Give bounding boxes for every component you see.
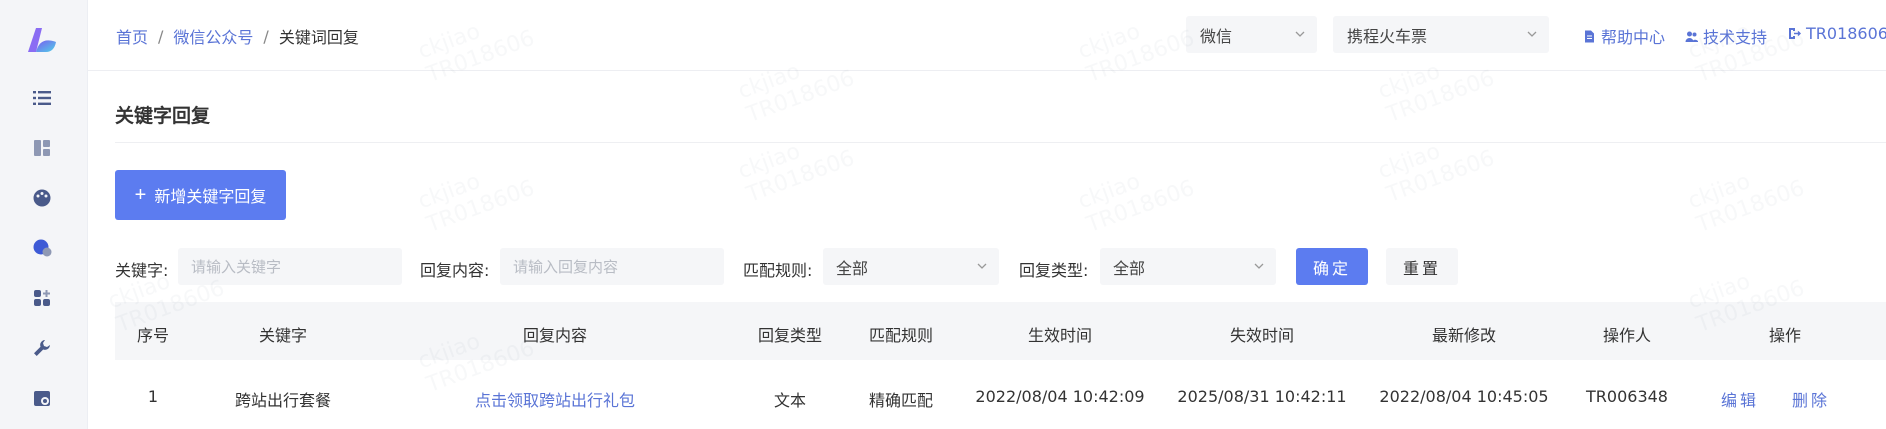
watermark: ckjiaoTR018606 [734,138,858,208]
breadcrumb-current: 关键词回复 [278,28,359,47]
confirm-button[interactable]: 确定 [1296,248,1368,285]
keyword-input[interactable]: 请输入关键字 [178,248,402,285]
match-rule-label: 匹配规则: [743,261,813,280]
cell-reply-type: 文本 [773,391,807,410]
column-header: 回复内容 [522,326,588,345]
platform-select-value: 微信 [1200,26,1233,46]
reply-type-select[interactable]: 全部 [1100,248,1276,285]
column-header: 序号 [136,326,170,345]
tech-support-label: 技术支持 [1703,28,1768,47]
account-select-value: 携程火车票 [1347,26,1428,46]
cell-operator: TR006348 [1586,387,1668,406]
match-rule-value: 全部 [836,258,869,278]
help-center-link[interactable]: 帮助中心 [1583,24,1665,48]
cell-end-time: 2025/08/31 10:42:11 [1177,387,1347,406]
keyword-filter-label: 关键字: [115,261,169,280]
dashboard-icon[interactable] [30,136,54,160]
column-header: 关键字 [258,326,308,345]
logo-icon[interactable] [26,26,58,54]
reset-button[interactable]: 重置 [1386,248,1458,285]
column-header: 失效时间 [1229,326,1295,345]
users-icon [1685,31,1698,42]
breadcrumb-separator: / [263,26,269,46]
platform-select[interactable]: 微信 [1186,16,1317,53]
page-title: 关键字回复 [115,105,211,127]
user-id: TR018606 [1806,24,1886,43]
column-header: 最新修改 [1431,326,1497,345]
watermark: ckjiaoTR018606 [1374,138,1498,208]
column-header: 生效时间 [1027,326,1093,345]
cell-keyword: 跨站出行套餐 [234,391,332,410]
palette-icon[interactable] [30,186,54,210]
tech-support-link[interactable]: 技术支持 [1685,24,1767,48]
cell-match-rule: 精确匹配 [868,391,934,410]
breadcrumb-home[interactable]: 首页 [116,24,148,48]
column-header: 操作 [1768,326,1802,345]
content-input[interactable]: 请输入回复内容 [500,248,724,285]
user-menu[interactable]: TR018606 [1788,24,1886,43]
column-header: 回复类型 [757,326,823,345]
watermark: ckjiaoTR018606 [1074,168,1198,238]
match-rule-select[interactable]: 全部 [823,248,999,285]
chat-icon[interactable] [30,236,54,260]
cell-modified-time: 2022/08/04 10:45:05 [1379,387,1549,406]
help-center-label: 帮助中心 [1601,28,1666,47]
edit-button[interactable]: 编辑 [1721,387,1759,411]
watermark: ckjiaoTR018606 [414,168,538,238]
content-filter-label: 回复内容: [420,261,490,280]
divider [115,142,1886,143]
breadcrumb: 首页 / 微信公众号 / 关键词回复 [116,24,359,48]
cell-reply-content-link[interactable]: 点击领取跨站出行礼包 [475,387,635,411]
reply-type-label: 回复类型: [1019,261,1089,280]
logout-icon [1789,28,1801,39]
plus-icon: + [134,184,147,206]
chevron-down-icon [1295,31,1305,37]
chevron-down-icon [1254,263,1264,269]
account-select[interactable]: 携程火车票 [1333,16,1549,53]
breadcrumb-section[interactable]: 微信公众号 [173,24,253,48]
column-header: 匹配规则 [868,326,934,345]
cell-index: 1 [147,387,159,406]
cell-start-time: 2022/08/04 10:42:09 [975,387,1145,406]
reply-type-value: 全部 [1113,258,1146,278]
watermark: ckjiaoTR018606 [1684,168,1808,238]
add-keyword-reply-button[interactable]: + 新增关键字回复 [115,170,286,220]
chevron-down-icon [1527,31,1537,37]
sidebar [0,0,88,429]
settings-icon[interactable] [30,386,54,410]
document-icon [1585,30,1594,42]
table-row: 1 跨站出行套餐 点击领取跨站出行礼包 文本 精确匹配 2022/08/04 1… [115,372,1886,422]
add-keyword-reply-label: 新增关键字回复 [154,189,267,206]
table-header: 序号 关键字 回复内容 回复类型 匹配规则 生效时间 失效时间 最新修改 操作人… [115,302,1886,360]
delete-button[interactable]: 删除 [1792,387,1830,411]
wrench-icon[interactable] [30,336,54,360]
column-header: 操作人 [1602,326,1652,345]
chevron-down-icon [977,263,987,269]
apps-icon[interactable] [30,286,54,310]
breadcrumb-separator: / [158,26,164,46]
list-icon[interactable] [30,86,54,110]
